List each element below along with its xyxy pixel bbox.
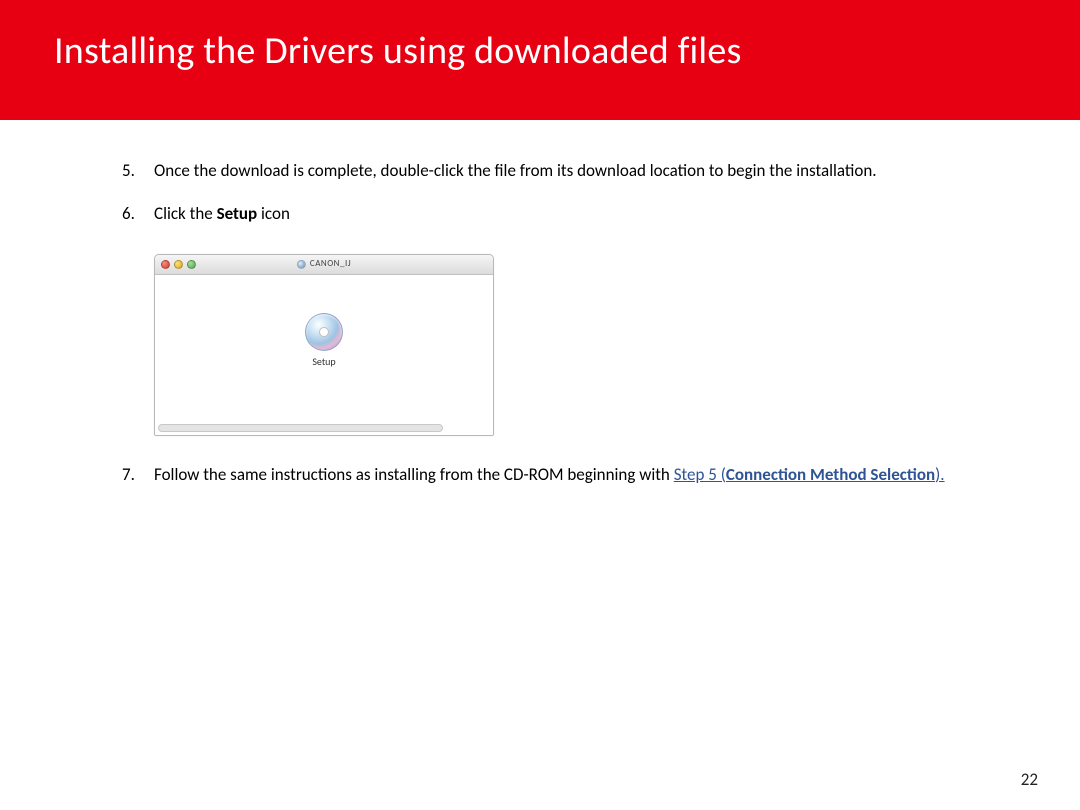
text-fragment: Click the [154,203,217,224]
step-number: 5. [122,160,135,183]
step-text: Follow the same instructions as installi… [154,464,945,485]
window-titlebar: CANON_IJ [155,255,493,275]
close-icon [161,260,170,269]
finder-window: CANON_IJ Setup [154,254,494,436]
content-body: 5. Once the download is complete, double… [0,140,1080,507]
embedded-screenshot: CANON_IJ Setup [154,254,1020,436]
page-title: Installing the Drivers using downloaded … [54,28,742,74]
window-title: CANON_IJ [297,258,351,270]
horizontal-scrollbar[interactable] [158,424,443,432]
step-number: 6. [122,203,135,226]
setup-label: Setup [305,355,343,369]
text-fragment: icon [257,203,290,224]
minimize-icon [174,260,183,269]
step-7: 7. Follow the same instructions as insta… [154,464,1020,487]
disk-icon [297,260,306,269]
window-title-text: CANON_IJ [310,258,351,270]
setup-disc-icon [305,313,343,351]
zoom-icon [187,260,196,269]
step5-link[interactable]: Step 5 (Connection Method Selection). [674,464,945,485]
text-bold: Setup [217,203,258,224]
instruction-list: 5. Once the download is complete, double… [60,160,1020,487]
step-text: Click the Setup icon [154,203,290,224]
link-fragment: ). [935,464,944,485]
traffic-lights [155,260,196,269]
window-body: Setup [155,275,493,435]
setup-item[interactable]: Setup [305,313,343,369]
text-fragment: Follow the same instructions as installi… [154,464,674,485]
step-number: 7. [122,464,135,487]
slide-page: Installing the Drivers using downloaded … [0,0,1080,810]
step-6: 6. Click the Setup icon [154,203,1020,436]
link-bold: Connection Method Selection [726,464,935,485]
header-bar: Installing the Drivers using downloaded … [0,0,1080,120]
step-text: Once the download is complete, double-cl… [154,160,877,181]
step-5: 5. Once the download is complete, double… [154,160,1020,183]
link-fragment: Step 5 ( [674,464,726,485]
page-number: 22 [1021,769,1038,790]
